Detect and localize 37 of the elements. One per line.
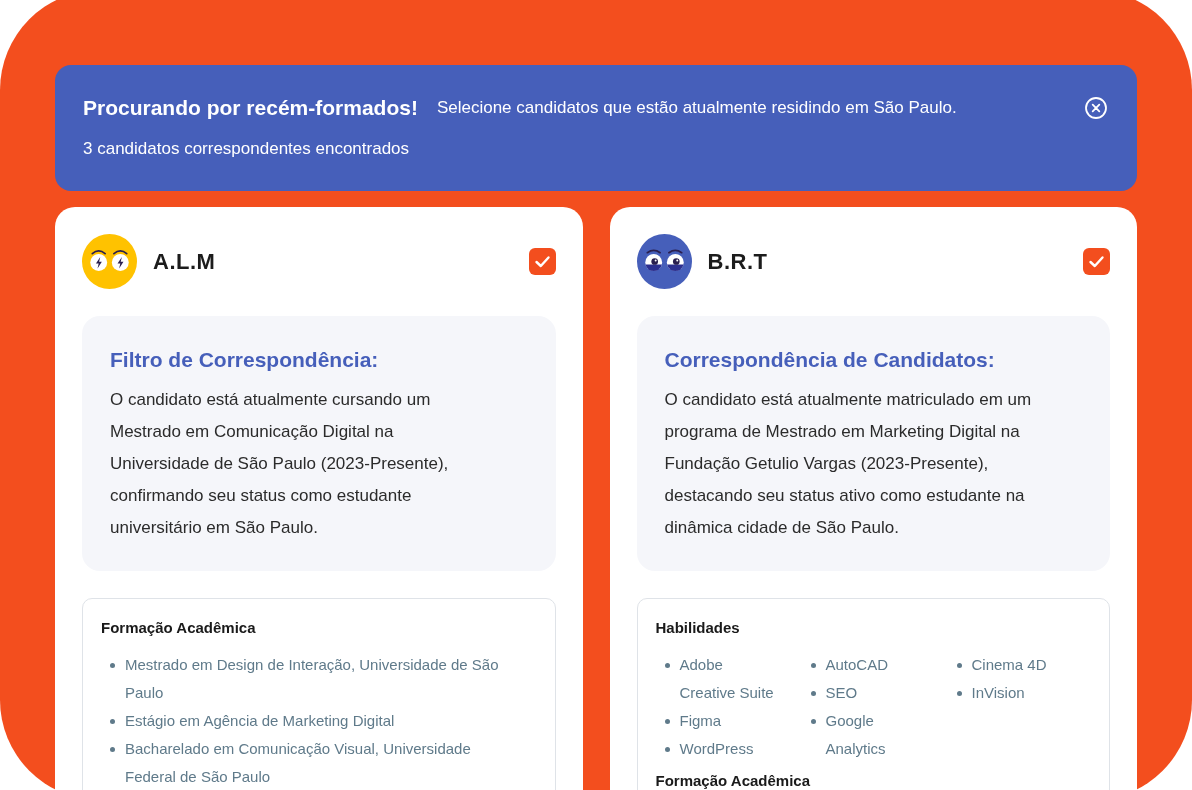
list-item: Figma xyxy=(679,711,722,731)
bullet-icon xyxy=(956,690,962,696)
close-icon[interactable] xyxy=(1085,97,1107,119)
bullet-icon xyxy=(664,718,670,724)
match-count-text: 3 candidatos correspondentes encontrados xyxy=(83,138,410,160)
section-heading: Formação Acadêmica xyxy=(655,771,810,790)
match-title: Correspondência de Candidatos: xyxy=(664,347,995,373)
candidate-name: B.R.T xyxy=(707,247,768,276)
section-heading: Habilidades xyxy=(655,618,740,638)
banner-title: Procurando por recém-formados! xyxy=(83,95,418,121)
bullet-icon xyxy=(110,746,115,752)
bullet-icon xyxy=(110,718,115,724)
bullet-icon xyxy=(956,662,962,668)
bullet-icon xyxy=(810,662,816,668)
list-item: Cinema 4D xyxy=(971,655,1047,675)
bullet-icon xyxy=(664,746,670,752)
list-item: AutoCAD xyxy=(825,655,889,675)
bullet-icon xyxy=(110,662,115,668)
bullet-icon xyxy=(810,690,816,696)
list-item: Estágio em Agência de Marketing Digital xyxy=(125,711,395,731)
list-item: Mestrado em Design de Interação, Universidade de São Paulo xyxy=(125,655,500,703)
candidate-name: A.L.M xyxy=(153,247,216,276)
list-item: Adobe Creative Suite xyxy=(679,655,775,703)
section-heading: Formação Acadêmica xyxy=(101,618,256,638)
list-item: Google Analytics xyxy=(825,711,887,759)
list-item: SEO xyxy=(825,683,858,703)
list-item: Bacharelado em Comunicação Visual, Universidade Federal de São Paulo xyxy=(125,739,472,787)
match-title: Filtro de Correspondência: xyxy=(110,347,379,373)
match-description: O candidato está atualmente cursando um Mestrado em Comunicação Digital na Universidade de São Paulo (2023-Presente), confirmando seu status como estudante universitário em São Paulo. xyxy=(110,389,450,539)
checkbox[interactable] xyxy=(1083,248,1110,275)
bullet-icon xyxy=(664,662,670,668)
banner-message: Selecione candidatos que estão atualmente residindo em São Paulo. xyxy=(436,97,957,119)
checkbox[interactable] xyxy=(528,248,556,275)
list-item: InVision xyxy=(971,683,1025,703)
list-item: WordPress xyxy=(679,739,754,759)
match-description: O candidato está atualmente matriculado em um programa de Mestrado em Marketing Digital na Fundação Getulio Vargas (2023-Presente), destacando seu status ativo como estudante na dinâmica cidade de São Paulo. xyxy=(664,389,1033,539)
bullet-icon xyxy=(810,718,816,724)
